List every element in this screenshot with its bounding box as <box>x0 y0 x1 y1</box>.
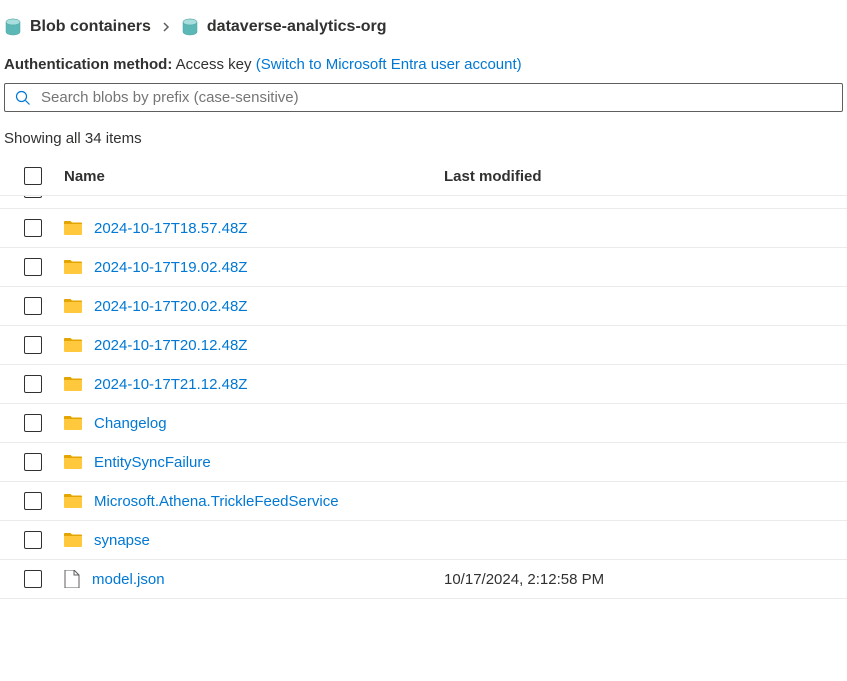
row-checkbox[interactable] <box>24 375 42 393</box>
item-name-link[interactable]: synapse <box>94 532 150 549</box>
item-name-link[interactable]: 2024-10-17T21.12.48Z <box>94 376 247 393</box>
database-icon <box>4 18 22 36</box>
row-checkbox[interactable] <box>24 196 42 198</box>
folder-icon <box>64 259 82 275</box>
item-name-link[interactable]: 2024-10-17T19.02.48Z <box>94 259 247 276</box>
item-name-link[interactable]: 2024-10-17T20.12.48Z <box>94 337 247 354</box>
folder-icon <box>64 196 82 197</box>
search-icon <box>15 90 31 106</box>
file-icon <box>64 570 80 588</box>
column-header-last-modified[interactable]: Last modified <box>444 168 843 185</box>
row-checkbox[interactable] <box>24 297 42 315</box>
row-checkbox[interactable] <box>24 336 42 354</box>
table-row[interactable]: 2024-10-17T20.12.48Z <box>0 326 847 365</box>
row-checkbox[interactable] <box>24 453 42 471</box>
table-row[interactable]: model.json 10/17/2024, 2:12:58 PM <box>0 560 847 599</box>
breadcrumb: Blob containers dataverse-analytics-org <box>0 0 847 44</box>
row-checkbox[interactable] <box>24 492 42 510</box>
folder-icon <box>64 454 82 470</box>
auth-label: Authentication method: <box>4 56 172 73</box>
item-last-modified: 10/17/2024, 2:12:58 PM <box>444 571 604 588</box>
table-row[interactable]: Changelog <box>0 404 847 443</box>
select-all-checkbox[interactable] <box>24 167 42 185</box>
folder-icon <box>64 415 82 431</box>
search-row <box>0 83 847 122</box>
table-row[interactable]: Microsoft.Athena.TrickleFeedService <box>0 482 847 521</box>
table-row[interactable]: 2024-10-17T20.02.48Z <box>0 287 847 326</box>
folder-icon <box>64 220 82 236</box>
table-row[interactable]: synapse <box>0 521 847 560</box>
item-name-link[interactable]: 2024-10-17T20.02.48Z <box>94 298 247 315</box>
auth-method-row: Authentication method: Access key (Switc… <box>0 44 847 83</box>
folder-icon <box>64 493 82 509</box>
item-name-link[interactable]: 2024-10-17T18.57.48Z <box>94 220 247 237</box>
breadcrumb-current: dataverse-analytics-org <box>207 18 387 36</box>
folder-icon <box>64 376 82 392</box>
table-body: 2024-10-17T18.52.48Z 2024-10-17T18.57.48Z… <box>0 196 847 599</box>
item-name-link[interactable]: EntitySyncFailure <box>94 454 211 471</box>
column-header-name[interactable]: Name <box>64 168 444 185</box>
item-name-link[interactable]: Changelog <box>94 415 167 432</box>
breadcrumb-root[interactable]: Blob containers <box>30 18 151 36</box>
folder-icon <box>64 298 82 314</box>
search-box[interactable] <box>4 83 843 112</box>
database-icon <box>181 18 199 36</box>
item-count: Showing all 34 items <box>0 122 847 157</box>
item-name-link[interactable]: 2024-10-17T18.52.48Z <box>94 196 247 198</box>
item-name-link[interactable]: model.json <box>92 571 165 588</box>
folder-icon <box>64 532 82 548</box>
table-row[interactable]: 2024-10-17T21.12.48Z <box>0 365 847 404</box>
row-checkbox[interactable] <box>24 258 42 276</box>
table-row[interactable]: 2024-10-17T18.52.48Z <box>0 196 847 209</box>
table-row[interactable]: 2024-10-17T19.02.48Z <box>0 248 847 287</box>
row-checkbox[interactable] <box>24 570 42 588</box>
folder-icon <box>64 337 82 353</box>
item-name-link[interactable]: Microsoft.Athena.TrickleFeedService <box>94 493 339 510</box>
table-header: Name Last modified <box>0 157 847 196</box>
auth-switch-link[interactable]: (Switch to Microsoft Entra user account) <box>256 56 522 73</box>
row-checkbox[interactable] <box>24 414 42 432</box>
table-row[interactable]: EntitySyncFailure <box>0 443 847 482</box>
row-checkbox[interactable] <box>24 531 42 549</box>
auth-value: Access key <box>176 56 252 73</box>
row-checkbox[interactable] <box>24 219 42 237</box>
search-input[interactable] <box>41 89 832 106</box>
table-row[interactable]: 2024-10-17T18.57.48Z <box>0 209 847 248</box>
chevron-right-icon <box>159 19 173 35</box>
